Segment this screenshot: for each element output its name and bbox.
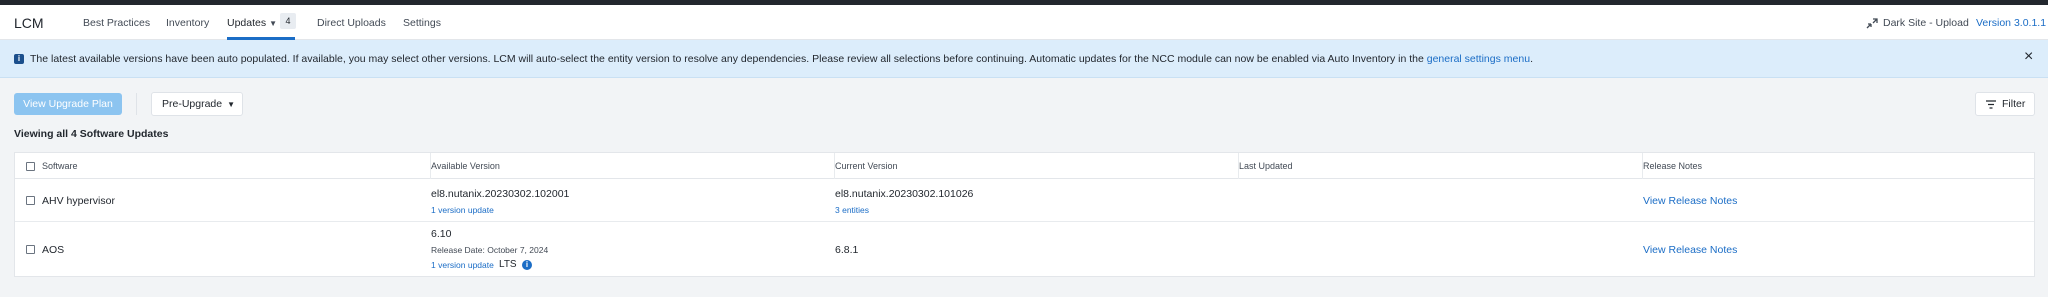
upload-icon [1866,18,1878,29]
tab-updates[interactable]: Updates ▼ [227,17,277,29]
filter-icon [1986,100,1996,109]
pre-upgrade-label: Pre-Upgrade [162,98,223,110]
view-release-notes-link[interactable]: View Release Notes [1643,195,1737,207]
tab-settings[interactable]: Settings [403,17,441,29]
updates-count-badge: 4 [280,13,296,29]
table-header: Software Available Version Current Versi… [15,153,2034,179]
filter-label: Filter [2002,98,2026,110]
column-header-release-notes[interactable]: Release Notes [1643,161,1702,171]
tab-direct-uploads[interactable]: Direct Uploads [317,17,386,29]
software-name: AOS [42,244,65,256]
info-banner: i The latest available versions have bee… [0,40,2048,78]
entities-link[interactable]: 3 entities [835,205,869,215]
banner-text: The latest available versions have been … [30,53,1427,65]
software-name: AHV hypervisor [42,195,115,207]
column-header-available-version[interactable]: Available Version [431,161,500,171]
close-icon[interactable]: × [2024,48,2033,66]
toolbar-divider [136,93,137,115]
column-header-last-updated[interactable]: Last Updated [1239,161,1293,171]
row-checkbox[interactable] [26,245,35,254]
tab-inventory[interactable]: Inventory [166,17,209,29]
column-header-current-version[interactable]: Current Version [835,161,898,171]
general-settings-link[interactable]: general settings menu [1427,53,1530,65]
available-version: 6.10 [431,228,452,240]
filter-button[interactable]: Filter [1975,92,2035,116]
dark-site-upload-link[interactable]: Dark Site - Upload [1883,17,1969,29]
view-release-notes-link[interactable]: View Release Notes [1643,244,1737,256]
viewing-count-text: Viewing all 4 Software Updates [14,128,169,140]
banner-message: The latest available versions have been … [30,53,1533,65]
select-all-checkbox[interactable] [26,162,35,171]
top-nav: LCM Best Practices Inventory Updates ▼ 4 … [0,5,2048,40]
pre-upgrade-dropdown[interactable]: Pre-Upgrade ▼ [151,92,243,116]
column-header-software[interactable]: Software [42,161,78,171]
tab-updates-label: Updates [227,17,267,29]
view-upgrade-plan-button[interactable]: View Upgrade Plan [14,93,122,115]
software-updates-table: Software Available Version Current Versi… [14,152,2035,277]
current-version: el8.nutanix.20230302.101026 [835,188,974,200]
table-row: AOS 6.10 Release Date: October 7, 2024 1… [15,222,2034,277]
info-icon: i [14,54,24,64]
version-link[interactable]: Version 3.0.1.1 [1976,17,2046,29]
available-version: el8.nutanix.20230302.102001 [431,188,570,200]
app-title: LCM [14,15,44,31]
row-checkbox[interactable] [26,196,35,205]
table-row: AHV hypervisor el8.nutanix.20230302.1020… [15,179,2034,222]
chevron-down-icon: ▼ [269,19,278,28]
banner-suffix: . [1530,53,1533,65]
version-update-link[interactable]: 1 version update [431,205,494,215]
version-update-link[interactable]: 1 version update [431,260,494,270]
info-icon[interactable]: i [522,260,532,270]
release-date: Release Date: October 7, 2024 [431,245,549,255]
chevron-down-icon: ▼ [227,100,236,109]
tab-best-practices[interactable]: Best Practices [83,17,150,29]
current-version: 6.8.1 [835,244,859,256]
lts-label: LTS [499,259,517,270]
